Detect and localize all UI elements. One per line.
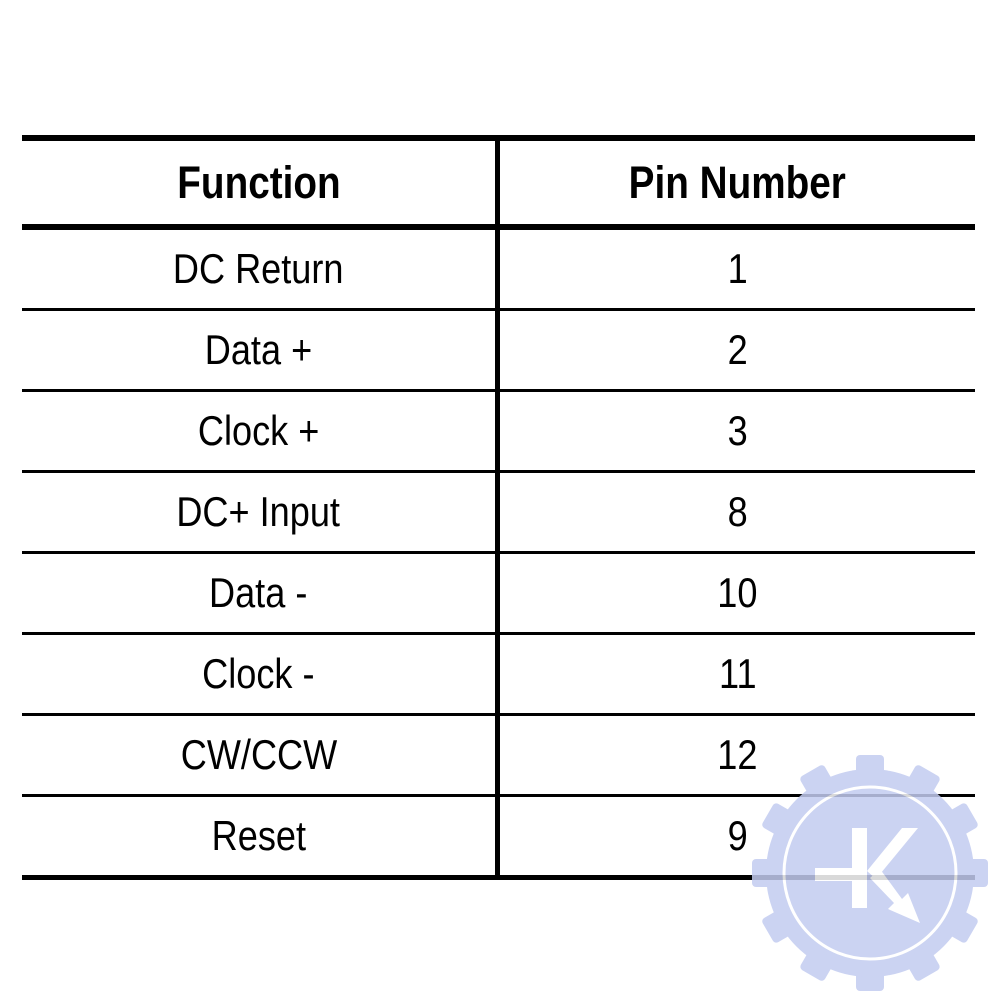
header-function-label: Function	[176, 156, 341, 208]
pin-number-cell: 12	[497, 714, 975, 797]
pin-number-cell: 2	[497, 309, 975, 392]
table-row: Reset 9	[22, 795, 975, 880]
function-label: Reset	[211, 812, 306, 859]
function-cell: Data -	[22, 552, 500, 635]
function-cell: DC Return	[22, 227, 500, 311]
function-label: Data -	[209, 569, 308, 616]
table-row: Data + 2	[22, 309, 975, 392]
function-label: DC+ Input	[176, 488, 341, 535]
pin-number-cell: 9	[497, 795, 975, 880]
pin-number-value: 1	[727, 245, 748, 292]
function-label: CW/CCW	[180, 731, 337, 778]
table-row: Clock + 3	[22, 390, 975, 473]
function-label: Data +	[204, 326, 313, 373]
pin-number-cell: 3	[497, 390, 975, 473]
function-cell: Clock +	[22, 390, 500, 473]
pin-number-value: 9	[727, 812, 748, 859]
table-row: Data - 10	[22, 552, 975, 635]
pin-number-value: 2	[727, 326, 748, 373]
table-row: Clock - 11	[22, 633, 975, 716]
pin-number-value: 8	[727, 488, 748, 535]
header-function: Function	[22, 135, 500, 230]
pin-number-cell: 8	[497, 471, 975, 554]
pin-number-value: 12	[717, 731, 758, 778]
function-label: DC Return	[173, 245, 344, 292]
function-cell: Clock -	[22, 633, 500, 716]
pin-number-value: 11	[718, 650, 757, 697]
header-pin-number: Pin Number	[497, 135, 975, 230]
function-label: Clock +	[197, 407, 320, 454]
pin-number-cell: 10	[497, 552, 975, 635]
function-cell: Data +	[22, 309, 500, 392]
pin-function-table: Function Pin Number DC Return 1 Data + 2 Clo…	[22, 135, 975, 880]
pin-number-value: 10	[717, 569, 758, 616]
table-row: DC Return 1	[22, 227, 975, 311]
table-row: DC+ Input 8	[22, 471, 975, 554]
header-pin-number-label: Pin Number	[628, 156, 847, 208]
function-cell: CW/CCW	[22, 714, 500, 797]
header-row: Function Pin Number	[22, 135, 975, 230]
pin-number-value: 3	[727, 407, 748, 454]
pin-number-cell: 1	[497, 227, 975, 311]
function-label: Clock -	[202, 650, 315, 697]
function-cell: Reset	[22, 795, 500, 880]
function-cell: DC+ Input	[22, 471, 500, 554]
table-row: CW/CCW 12	[22, 714, 975, 797]
pin-number-cell: 11	[497, 633, 975, 716]
